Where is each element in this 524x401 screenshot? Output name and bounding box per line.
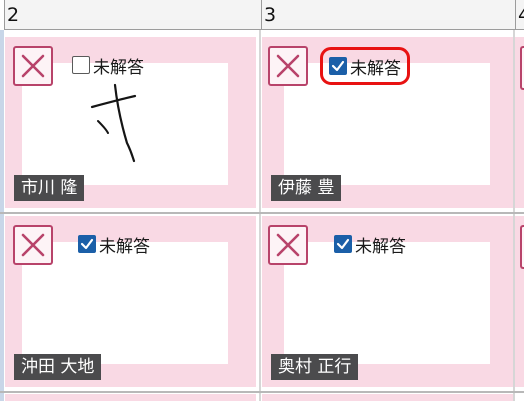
mark-wrong-button[interactable] — [13, 46, 53, 86]
answer-card[interactable]: 未解答 沖田 大地 — [5, 216, 256, 387]
column-header-3: 3 — [261, 0, 515, 30]
answer-card-partial[interactable] — [515, 37, 524, 208]
column-header-label: 4 — [518, 4, 524, 26]
checkmark-icon — [336, 238, 350, 250]
unanswered-label: 未解答 — [350, 58, 401, 79]
column-header-label: 2 — [7, 4, 20, 26]
mark-wrong-button[interactable] — [268, 225, 308, 265]
answer-card-partial — [5, 394, 256, 401]
checkbox-checked-icon — [78, 235, 96, 253]
mark-wrong-button[interactable] — [520, 46, 524, 90]
row-gutter — [0, 30, 4, 401]
column-header-2: 2 — [4, 0, 261, 30]
row-divider — [0, 391, 524, 393]
answer-image[interactable] — [284, 242, 490, 364]
column-divider — [259, 30, 261, 401]
checkbox-unchecked-icon — [72, 56, 90, 74]
close-x-icon — [276, 54, 300, 78]
close-x-icon — [21, 233, 45, 257]
checkmark-icon — [80, 238, 94, 250]
unanswered-label: 未解答 — [93, 57, 144, 78]
answer-card[interactable]: 未解答 市川 隆 — [5, 37, 256, 208]
answer-card-partial — [262, 394, 513, 401]
unanswered-label: 未解答 — [99, 236, 150, 257]
checkbox-checked-icon — [329, 57, 347, 75]
answer-card[interactable]: 未解答 伊藤 豊 — [262, 37, 513, 208]
row-divider — [0, 212, 524, 214]
checkmark-icon — [331, 60, 345, 72]
unanswered-label: 未解答 — [355, 236, 406, 257]
unanswered-checkbox[interactable]: 未解答 — [78, 231, 150, 257]
answer-card[interactable]: 未解答 奥村 正行 — [262, 216, 513, 387]
checkbox-checked-icon — [334, 235, 352, 253]
answer-card-partial[interactable] — [515, 216, 524, 387]
student-name-tag: 市川 隆 — [14, 175, 85, 201]
mark-wrong-button[interactable] — [268, 46, 308, 86]
close-x-icon — [276, 233, 300, 257]
student-name-tag: 伊藤 豊 — [271, 175, 342, 201]
unanswered-checkbox[interactable]: 未解答 — [334, 231, 406, 257]
answer-grid-viewport: 2 3 4 未解答 市川 隆 — [0, 0, 524, 401]
student-name-tag: 奥村 正行 — [271, 354, 359, 380]
unanswered-checkbox[interactable]: 未解答 — [320, 47, 410, 85]
mark-wrong-button[interactable] — [13, 225, 53, 265]
column-header-4: 4 — [515, 0, 524, 30]
student-name-tag: 沖田 大地 — [14, 354, 102, 380]
column-header-label: 3 — [264, 4, 277, 26]
close-x-icon — [21, 54, 45, 78]
unanswered-checkbox[interactable]: 未解答 — [72, 52, 144, 78]
mark-wrong-button[interactable] — [520, 225, 524, 269]
